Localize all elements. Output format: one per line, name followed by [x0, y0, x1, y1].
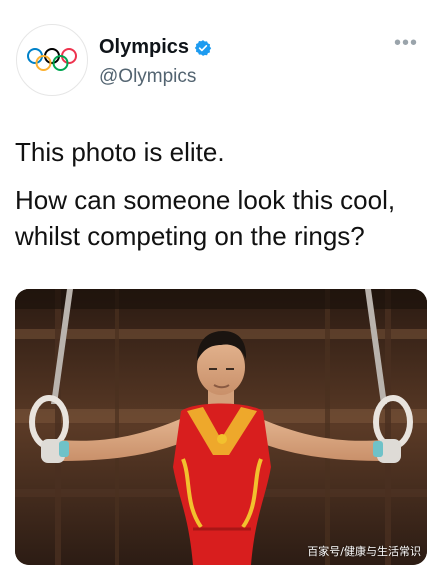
- olympic-rings-icon: [27, 48, 77, 71]
- tweet-text: This photo is elite. How can someone loo…: [15, 134, 425, 254]
- more-options-icon[interactable]: •••: [394, 33, 418, 53]
- avatar[interactable]: [16, 24, 88, 96]
- account-name[interactable]: Olympics: [99, 36, 189, 59]
- verified-badge-icon: [194, 39, 212, 56]
- account-handle[interactable]: @Olympics: [99, 66, 212, 88]
- author-block: Olympics @Olympics: [99, 36, 212, 88]
- gymnast-on-rings-image: [15, 289, 427, 565]
- watermark: 百家号/健康与生活常识: [307, 545, 421, 558]
- tweet-card: Olympics @Olympics ••• This photo is eli…: [0, 0, 434, 570]
- tweet-photo[interactable]: 百家号/健康与生活常识: [15, 289, 427, 565]
- tweet-line-1: This photo is elite.: [15, 137, 225, 167]
- name-row: Olympics: [99, 36, 212, 59]
- tweet-line-2: How can someone look this cool, whilst c…: [15, 185, 396, 251]
